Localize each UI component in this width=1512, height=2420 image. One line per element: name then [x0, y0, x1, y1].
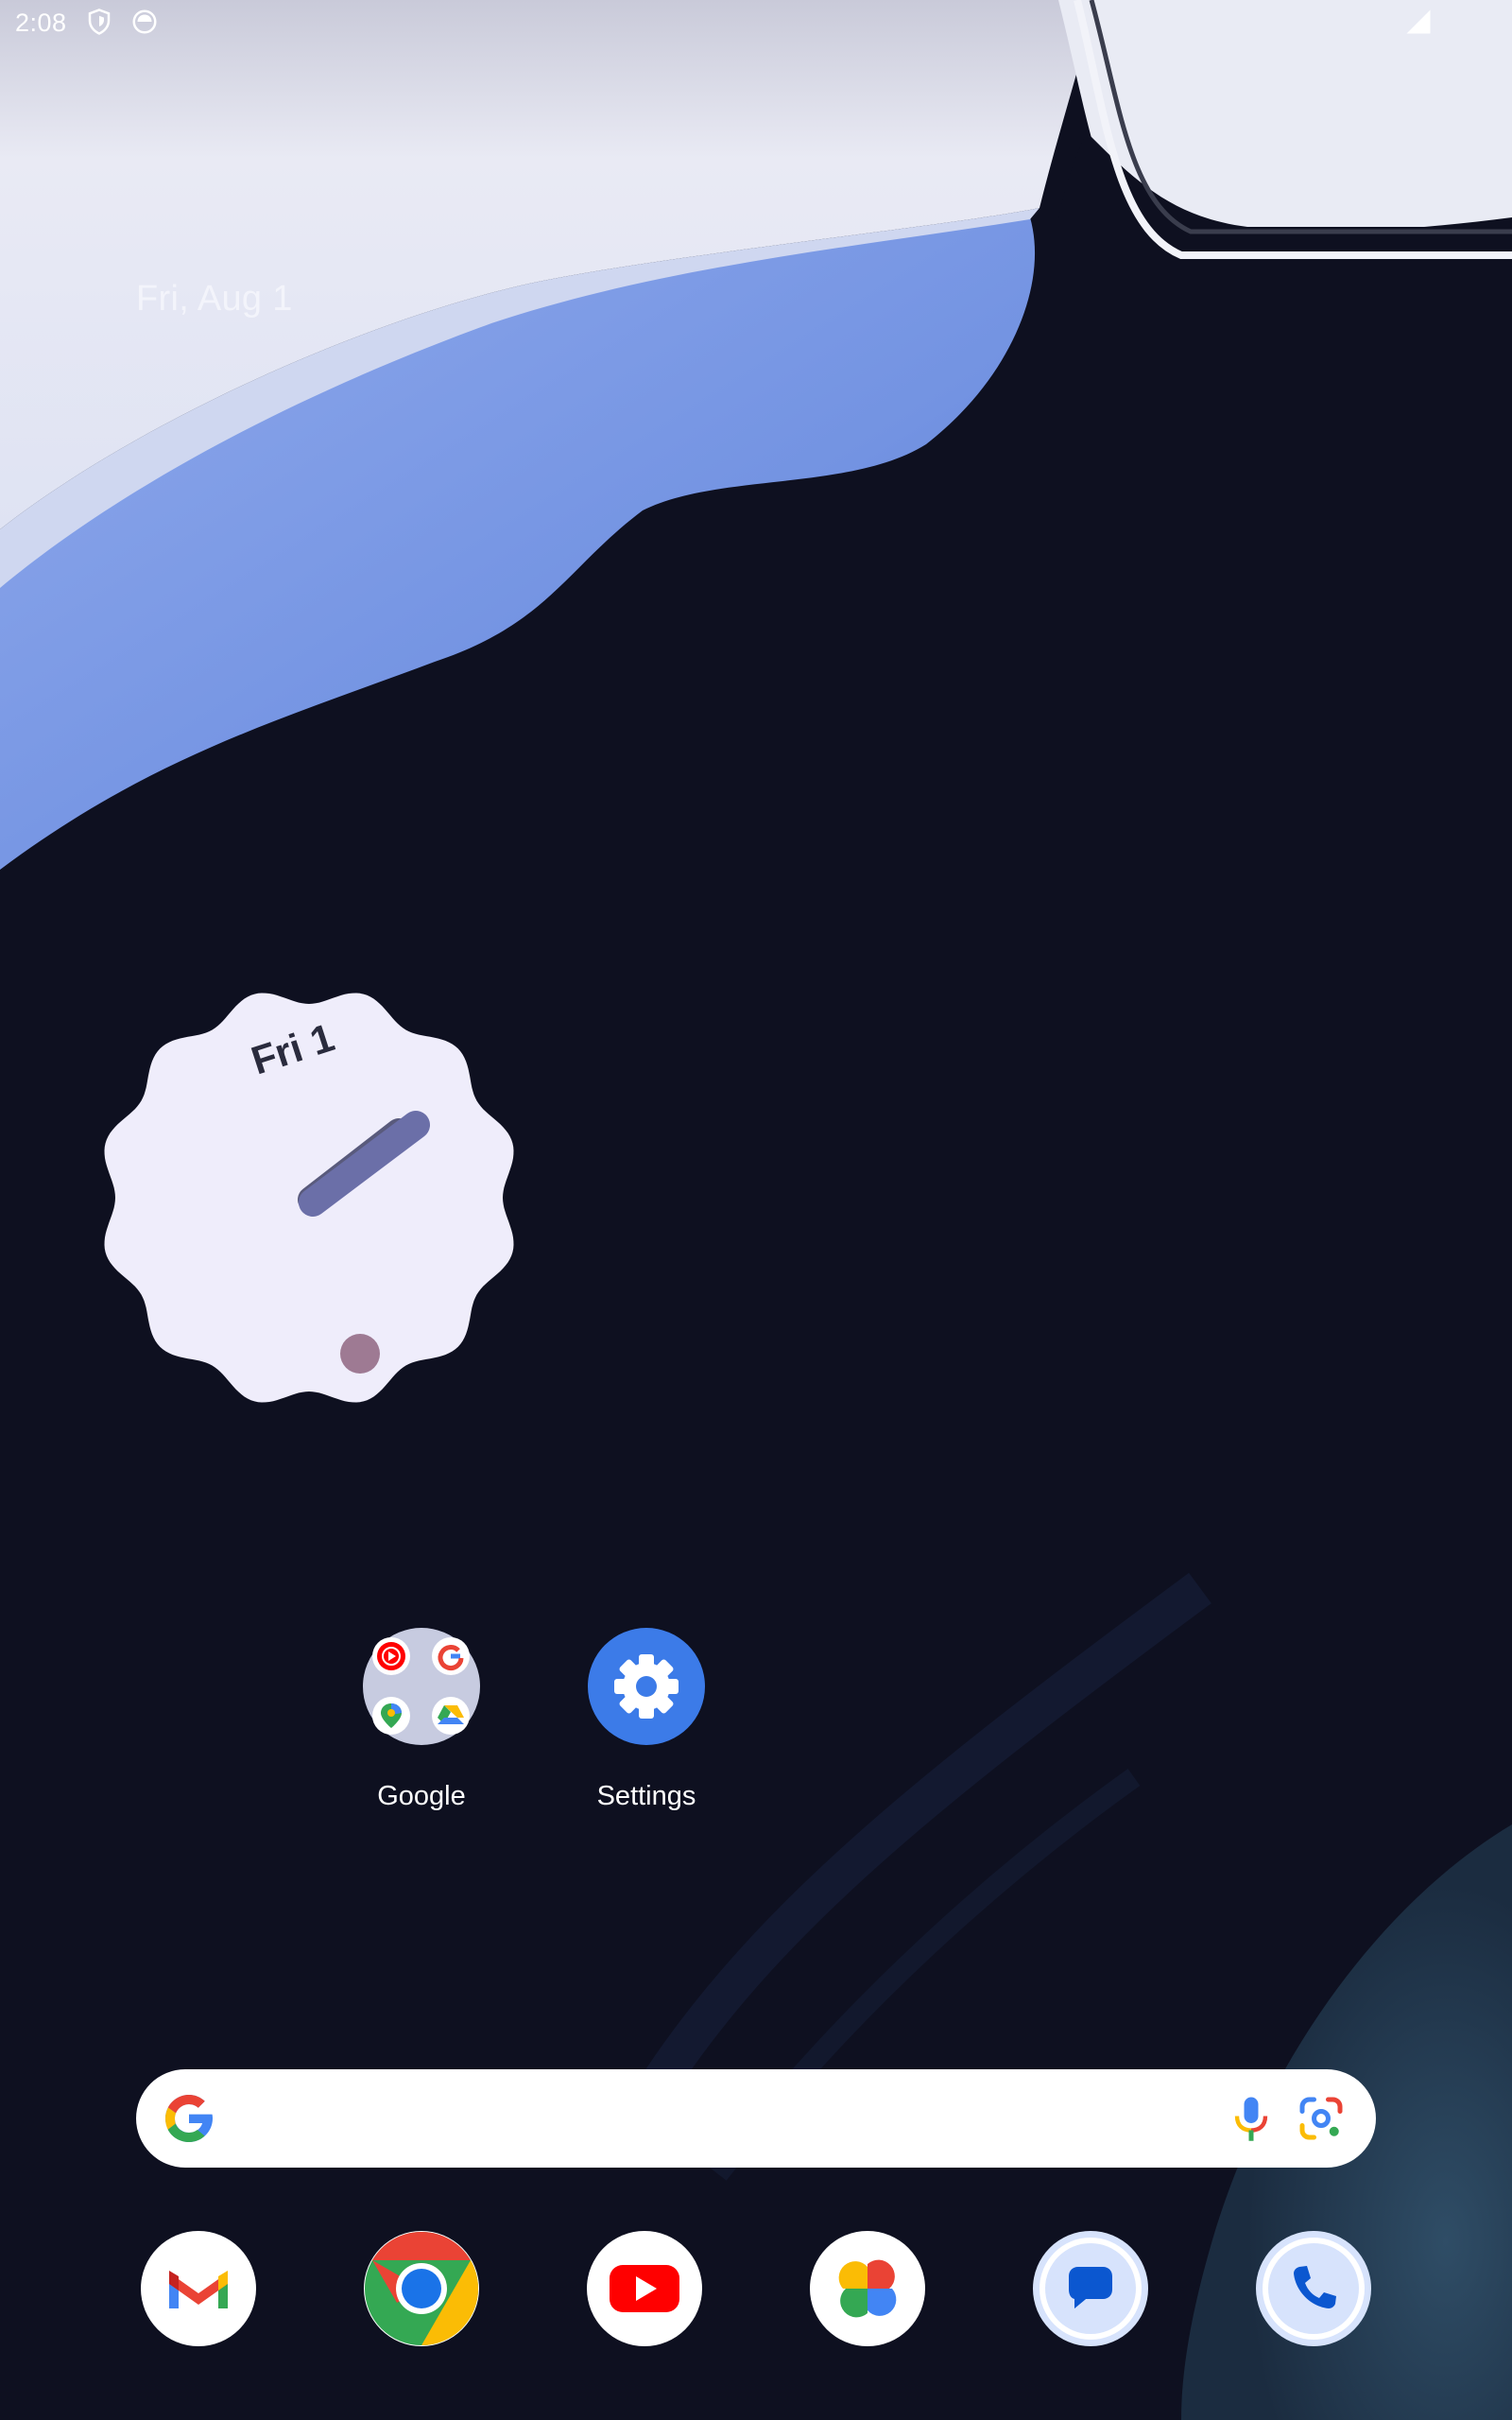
cell-signal-icon [1404, 8, 1433, 36]
chrome-icon[interactable] [364, 2231, 479, 2346]
search-input[interactable] [238, 2090, 1215, 2149]
youtube-icon[interactable] [587, 2231, 702, 2346]
gmail-icon[interactable] [141, 2231, 256, 2346]
app-label-settings[interactable]: Settings [542, 1781, 750, 1812]
status-time: 2:08 [15, 9, 67, 37]
clock-second-dot [340, 1334, 380, 1374]
photos-icon[interactable] [810, 2231, 925, 2346]
messages-icon[interactable] [1033, 2231, 1148, 2346]
microphone-icon[interactable] [1223, 2090, 1280, 2147]
notification-face-icon [130, 8, 159, 36]
google-lens-icon[interactable] [1293, 2090, 1349, 2147]
at-a-glance-date[interactable]: Fri, Aug 1 [136, 279, 293, 320]
clock-widget[interactable]: Fri 1 [98, 987, 520, 1409]
google-g-icon [161, 2090, 217, 2147]
google-search-bar[interactable] [136, 2069, 1376, 2168]
status-bar: 2:08 [0, 0, 1512, 47]
phone-icon[interactable] [1256, 2231, 1371, 2346]
settings-gear-icon[interactable] [588, 1628, 705, 1745]
shield-icon [85, 8, 113, 36]
app-label-google[interactable]: Google [318, 1781, 525, 1812]
google-folder-icon[interactable] [363, 1628, 480, 1745]
